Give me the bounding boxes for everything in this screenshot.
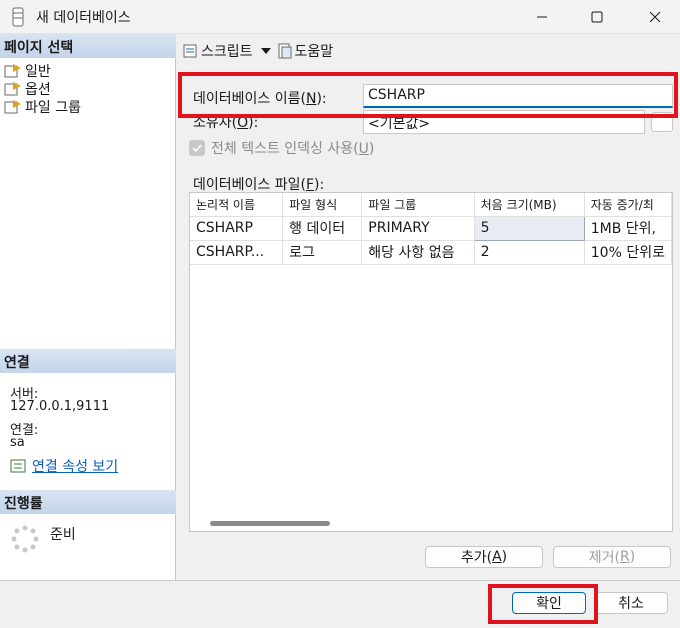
dialog-button-bar: 확인 취소 — [0, 580, 680, 628]
nav-item-filegroups[interactable]: 파일 그룹 — [4, 98, 81, 116]
maximize-button[interactable] — [574, 0, 620, 34]
grid-cell[interactable]: 행 데이터 — [282, 216, 363, 241]
toolbar: 스크립트 도움말 — [177, 34, 680, 68]
chevron-down-icon[interactable] — [259, 46, 273, 56]
connection-value: sa — [10, 435, 25, 450]
window-title: 새 데이터베이스 — [36, 10, 131, 26]
maximize-icon — [591, 11, 603, 23]
left-pane: 페이지 선택 일반 옵션 파일 그룹 연결 서버: 127.0.0.1,9111… — [0, 34, 176, 580]
database-files-label: 데이터베이스 파일(F): — [193, 177, 325, 193]
minimize-icon — [537, 16, 547, 18]
script-button[interactable]: 스크립트 — [183, 41, 253, 61]
nav-item-options[interactable]: 옵션 — [4, 80, 51, 98]
owner-field[interactable]: <기본값> — [363, 110, 645, 134]
server-value: 127.0.0.1,9111 — [10, 399, 110, 414]
properties-icon — [10, 459, 26, 473]
add-button[interactable]: 추가(A) — [425, 546, 543, 568]
column-header[interactable]: 처음 크기(MB) — [474, 193, 585, 217]
close-button[interactable] — [632, 0, 678, 34]
help-icon — [278, 43, 292, 59]
database-name-input[interactable]: CSHARP — [363, 84, 673, 108]
page-icon — [4, 100, 21, 114]
cancel-button[interactable]: 취소 — [594, 592, 668, 614]
checkbox-box — [189, 140, 205, 156]
checkmark-icon — [192, 144, 202, 153]
nav-item-general[interactable]: 일반 — [4, 62, 51, 80]
owner-browse-button[interactable] — [651, 112, 673, 132]
grid-cell[interactable]: 2 — [474, 240, 585, 265]
fulltext-indexing-checkbox[interactable]: 전체 텍스트 인덱싱 사용(U) — [189, 138, 374, 158]
nav-item-general-label: 일반 — [25, 64, 51, 80]
help-label: 도움말 — [294, 44, 334, 60]
page-icon — [4, 64, 21, 78]
view-connection-properties-label: 연결 속성 보기 — [32, 459, 119, 475]
grid-header-row: 논리적 이름 파일 형식 파일 그룹 처음 크기(MB) 자동 증가/최 — [190, 193, 672, 217]
fulltext-indexing-label: 전체 텍스트 인덱싱 사용(U) — [211, 141, 375, 157]
view-connection-properties-link[interactable]: 연결 속성 보기 — [10, 456, 118, 476]
database-files-grid[interactable]: 논리적 이름 파일 형식 파일 그룹 처음 크기(MB) 자동 증가/최 CSH… — [189, 192, 673, 532]
column-header[interactable]: 파일 형식 — [282, 193, 363, 217]
grid-cell[interactable]: CSHARP... — [190, 240, 284, 265]
ok-button[interactable]: 확인 — [512, 592, 586, 614]
database-icon — [12, 7, 24, 27]
table-row[interactable]: CSHARP 행 데이터 PRIMARY 5 1MB 단위, — [190, 215, 672, 241]
progress-spinner-icon — [11, 525, 39, 553]
grid-cell[interactable]: 10% 단위로 — [584, 240, 672, 265]
right-pane: 스크립트 도움말 소유자(O): <기본값> 데이터베이스 이름(N): CSH… — [177, 34, 680, 580]
column-header[interactable]: 파일 그룹 — [361, 193, 475, 217]
page-select-header: 페이지 선택 — [0, 34, 176, 58]
minimize-button[interactable] — [519, 0, 565, 34]
column-header[interactable]: 논리적 이름 — [190, 193, 284, 217]
nav-item-options-label: 옵션 — [25, 82, 51, 98]
nav-item-filegroups-label: 파일 그룹 — [25, 100, 81, 116]
grid-cell[interactable]: 1MB 단위, — [584, 216, 672, 241]
column-header[interactable]: 자동 증가/최 — [584, 193, 672, 217]
table-row[interactable]: CSHARP... 로그 해당 사항 없음 2 10% 단위로 — [190, 240, 672, 265]
grid-cell[interactable]: 로그 — [282, 240, 363, 265]
database-name-label: 데이터베이스 이름(N): — [193, 91, 327, 107]
progress-header: 진행률 — [0, 490, 176, 514]
page-icon — [4, 82, 21, 96]
script-icon — [183, 44, 197, 58]
connection-header: 연결 — [0, 349, 176, 373]
grid-cell[interactable]: CSHARP — [190, 216, 284, 241]
grid-cell[interactable]: PRIMARY — [361, 216, 475, 241]
close-icon — [649, 11, 661, 23]
script-label: 스크립트 — [201, 44, 253, 60]
grid-cell[interactable]: 5 — [473, 215, 585, 241]
horizontal-scrollbar[interactable] — [210, 521, 330, 526]
progress-status: 준비 — [50, 527, 76, 543]
grid-cell[interactable]: 해당 사항 없음 — [361, 240, 475, 265]
remove-button[interactable]: 제거(R) — [553, 546, 671, 568]
help-button[interactable]: 도움말 — [277, 41, 334, 61]
owner-label: 소유자(O): — [193, 115, 259, 131]
title-bar: 새 데이터베이스 — [0, 0, 680, 34]
